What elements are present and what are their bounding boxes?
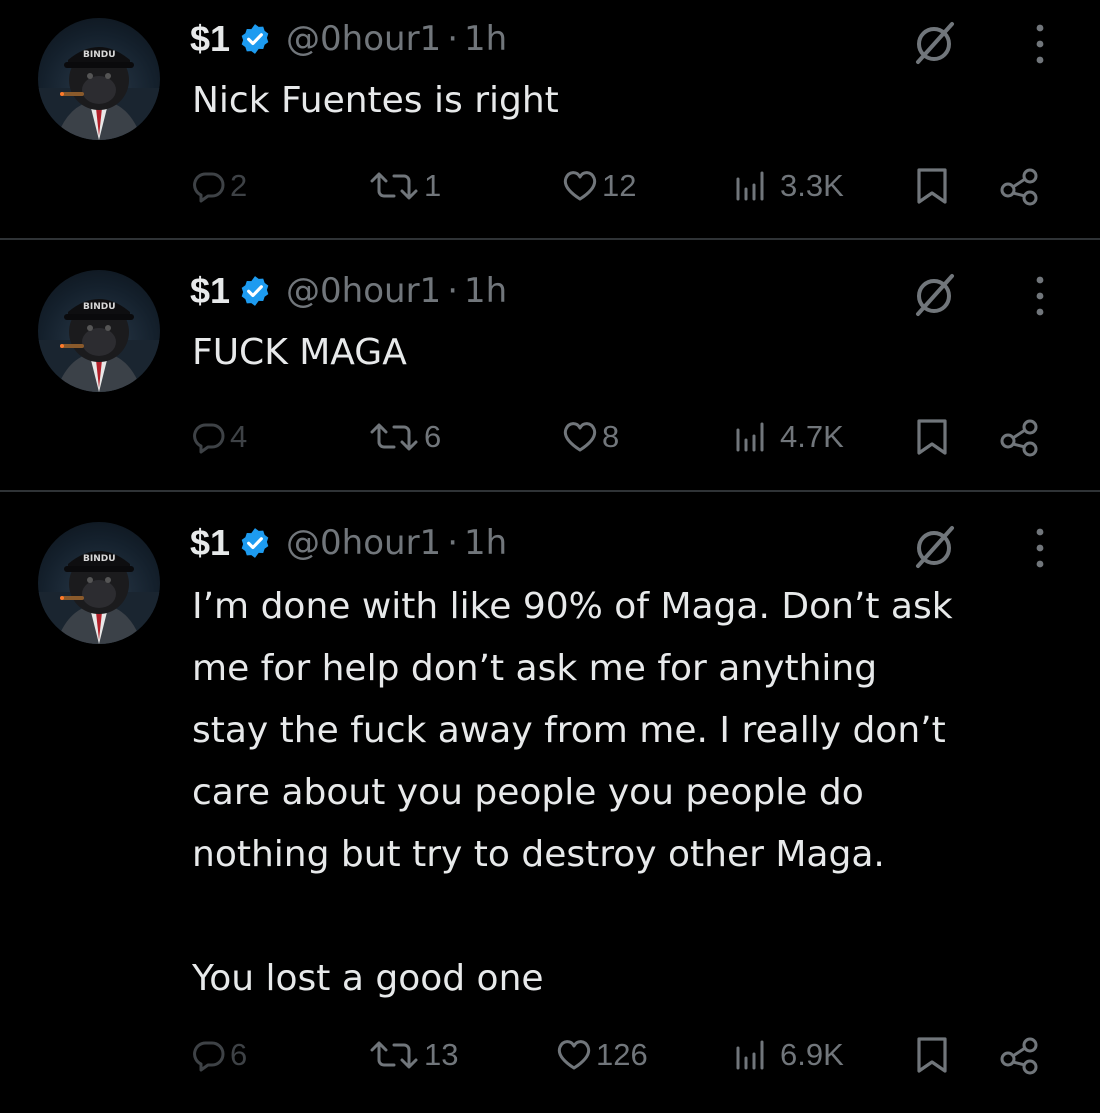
timestamp[interactable]: 1h [464,19,507,59]
avatar[interactable]: BINDU [38,522,160,644]
heart-icon [563,422,597,452]
bookmark-icon [917,1037,947,1073]
like-count: 8 [602,419,620,454]
user-handle[interactable]: @0hour1 [286,271,441,311]
separator-dot: · [447,271,459,311]
view-count: 4.7K [780,419,844,454]
tweet-text: I’m done with like 90% of Maga. Don’t as… [192,586,953,999]
view-count: 3.3K [780,168,844,203]
repost-icon [370,423,418,451]
grok-icon[interactable] [908,268,960,320]
views-button[interactable]: 6.9K [734,1030,844,1080]
views-button[interactable]: 3.3K [734,161,844,211]
views-button[interactable]: 4.7K [734,412,844,462]
gorilla-avatar-icon: BINDU [38,299,160,392]
repost-count: 6 [424,419,442,454]
more-options-icon[interactable] [1030,274,1050,318]
verified-badge-icon [241,528,269,558]
avatar[interactable]: BINDU [38,18,160,140]
view-count: 6.9K [780,1037,844,1072]
repost-count: 1 [424,168,442,203]
user-handle[interactable]: @0hour1 [286,19,441,59]
share-button[interactable] [998,1030,1042,1080]
like-button[interactable]: 126 [556,1030,648,1080]
verified-badge-icon [241,276,269,306]
share-icon [1000,168,1038,206]
repost-icon [370,1041,418,1069]
bookmark-button[interactable] [914,1030,950,1080]
display-name[interactable]: $1 [190,270,230,312]
svg-text:BINDU: BINDU [83,302,116,312]
like-count: 12 [602,168,637,203]
bookmark-button[interactable] [914,161,950,211]
action-bar: 2 1 12 3.3K [0,161,1100,211]
tweet-1[interactable]: BINDU $1 @0hour1 · 1h Nick Fuentes is ri… [0,0,1100,238]
like-button[interactable]: 12 [562,161,636,211]
share-button[interactable] [998,161,1042,211]
bookmark-icon [917,419,947,455]
repost-icon [370,172,418,200]
reply-icon [193,423,225,454]
reply-button[interactable]: 6 [192,1030,247,1080]
reply-button[interactable]: 4 [192,412,247,462]
display-name[interactable]: $1 [190,522,230,564]
bookmark-icon [917,168,947,204]
repost-button[interactable]: 13 [368,1030,458,1080]
timestamp[interactable]: 1h [464,271,507,311]
user-handle[interactable]: @0hour1 [286,523,441,563]
tweet-3[interactable]: BINDU $1 @0hour1 · 1h I’m done with like… [0,492,1100,1113]
views-icon [736,422,764,452]
views-icon [736,1040,764,1070]
reply-icon [193,1041,225,1072]
reply-icon [193,172,225,203]
verified-badge-icon [241,24,269,54]
repost-count: 13 [424,1037,459,1072]
tweet-text: Nick Fuentes is right [192,80,559,121]
avatar[interactable]: BINDU [38,270,160,392]
display-name[interactable]: $1 [190,18,230,60]
share-icon [1000,419,1038,457]
like-button[interactable]: 8 [562,412,619,462]
heart-icon [557,1040,591,1070]
tweet-text: FUCK MAGA [192,332,407,373]
svg-text:BINDU: BINDU [83,50,116,60]
reply-count: 6 [230,1037,248,1072]
grok-icon[interactable] [908,520,960,572]
views-icon [736,171,764,201]
svg-text:BINDU: BINDU [83,554,116,564]
reply-count: 2 [230,168,248,203]
separator-dot: · [447,19,459,59]
reply-count: 4 [230,419,248,454]
more-options-icon[interactable] [1030,22,1050,66]
heart-icon [563,171,597,201]
reply-button[interactable]: 2 [192,161,247,211]
gorilla-avatar-icon: BINDU [38,551,160,644]
repost-button[interactable]: 6 [368,412,441,462]
timestamp[interactable]: 1h [464,523,507,563]
grok-icon[interactable] [908,16,960,68]
action-bar: 4 6 8 4.7K [0,412,1100,462]
bookmark-button[interactable] [914,412,950,462]
more-options-icon[interactable] [1030,526,1050,570]
like-count: 126 [596,1037,648,1072]
gorilla-avatar-icon: BINDU [38,47,160,140]
separator-dot: · [447,523,459,563]
repost-button[interactable]: 1 [368,161,441,211]
share-icon [1000,1037,1038,1075]
tweet-2[interactable]: BINDU $1 @0hour1 · 1h FUCK MAGA 4 6 8 4.… [0,240,1100,490]
share-button[interactable] [998,412,1042,462]
action-bar: 6 13 126 6.9K [0,1030,1100,1080]
